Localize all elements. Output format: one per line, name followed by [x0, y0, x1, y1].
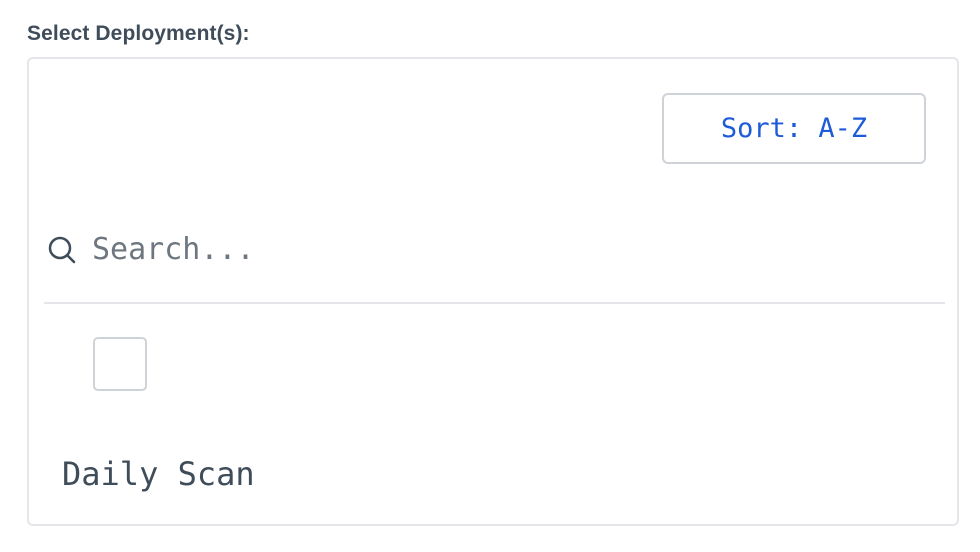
- field-label: Select Deployment(s):: [27, 22, 250, 45]
- list-item-label: Daily Scan: [62, 455, 255, 493]
- deployment-select-panel: Sort: A-Z Daily Scan: [27, 57, 959, 526]
- search-input[interactable]: [92, 226, 912, 272]
- search-icon: [46, 234, 78, 266]
- search-bar: [44, 214, 945, 304]
- sort-button[interactable]: Sort: A-Z: [662, 93, 926, 164]
- daily-scan-checkbox[interactable]: [93, 337, 147, 391]
